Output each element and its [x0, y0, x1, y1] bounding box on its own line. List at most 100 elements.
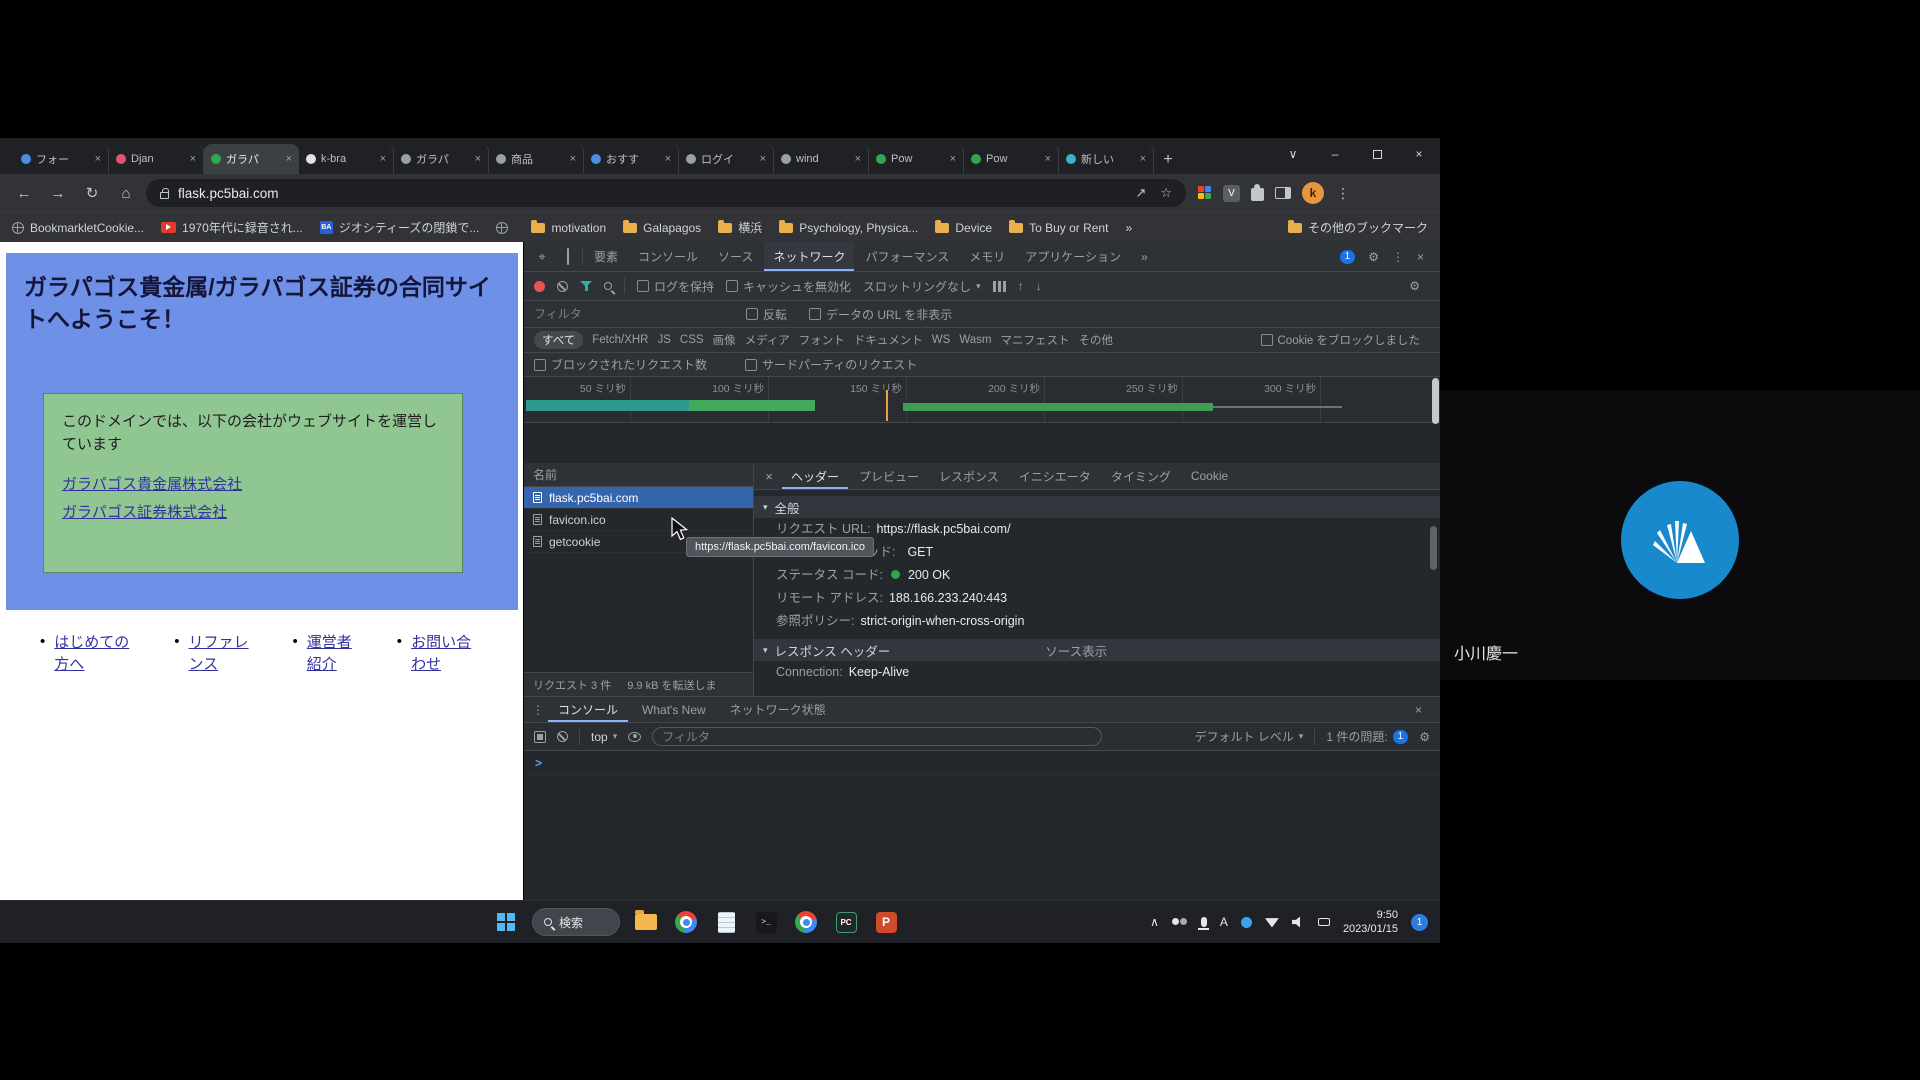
address-bar[interactable]: flask.pc5bai.com ↗ ☆	[146, 179, 1186, 207]
tab-close-icon[interactable]: ×	[1140, 153, 1146, 165]
assistant-icon[interactable]	[1241, 917, 1252, 928]
console-sidebar-icon[interactable]	[534, 731, 546, 743]
bookmark-folder[interactable]: To Buy or Rent	[1009, 221, 1108, 235]
devtools-tab-memory[interactable]: メモリ	[960, 242, 1014, 271]
hide-data-urls-checkbox[interactable]: データの URL を非表示	[809, 306, 952, 323]
live-expression-icon[interactable]	[628, 732, 641, 742]
console-filter-input[interactable]	[652, 727, 1102, 746]
third-party-checkbox[interactable]: サードパーティのリクエスト	[745, 356, 917, 373]
side-panel-icon[interactable]	[1275, 187, 1291, 199]
profile-avatar[interactable]: k	[1302, 182, 1324, 204]
console-settings-icon[interactable]: ⚙	[1419, 730, 1430, 744]
blocked-requests-checkbox[interactable]: ブロックされたリクエスト数	[534, 356, 707, 373]
extensions-puzzle-icon[interactable]	[1251, 188, 1264, 201]
drawer-tab-console[interactable]: コンソール	[548, 697, 628, 722]
filter-chip-other[interactable]: その他	[1078, 332, 1113, 348]
clear-icon[interactable]	[557, 281, 568, 292]
url-text[interactable]: flask.pc5bai.com	[178, 186, 279, 201]
record-icon[interactable]	[534, 281, 545, 292]
taskbar-search[interactable]: 検索	[532, 908, 620, 936]
filter-chip-xhr[interactable]: Fetch/XHR	[592, 334, 648, 346]
filter-chip-css[interactable]: CSS	[680, 334, 704, 346]
preserve-log-checkbox[interactable]: ログを保持	[637, 278, 714, 295]
nav-link-hajimete[interactable]: はじめての方へ	[54, 632, 134, 676]
export-har-icon[interactable]: ↓	[1036, 279, 1042, 293]
import-har-icon[interactable]: ↑	[1018, 279, 1024, 293]
column-header-name[interactable]: 名前	[524, 463, 753, 487]
reload-icon[interactable]: ↻	[78, 184, 106, 202]
drawer-close-icon[interactable]: ×	[1415, 703, 1422, 717]
network-filter-input[interactable]	[534, 307, 724, 321]
browser-tab[interactable]: 新しい×	[1059, 144, 1154, 174]
hidden-icons-chevron[interactable]: ∧	[1150, 915, 1159, 929]
browser-menu-icon[interactable]: ⋮	[1335, 185, 1351, 202]
bookmarks-overflow-icon[interactable]: »	[1125, 221, 1132, 235]
file-explorer-icon[interactable]	[632, 908, 660, 936]
devtools-menu-icon[interactable]: ⋮	[1392, 250, 1404, 264]
devtools-scrollbar-thumb[interactable]	[1432, 378, 1439, 424]
devtools-tab-elements[interactable]: 要素	[585, 242, 627, 271]
clear-console-icon[interactable]	[557, 731, 568, 742]
devtools-more-tabs-icon[interactable]: »	[1132, 242, 1157, 271]
extension-pinwheel-icon[interactable]	[1198, 186, 1212, 200]
filter-chip-wasm[interactable]: Wasm	[959, 334, 991, 346]
browser-tab-active[interactable]: ガラパ×	[204, 144, 299, 174]
share-icon[interactable]: ↗	[1135, 185, 1146, 201]
console-prompt[interactable]: >	[524, 751, 1440, 775]
filter-chip-doc[interactable]: ドキュメント	[854, 332, 923, 348]
devtools-settings-icon[interactable]: ⚙	[1368, 250, 1379, 264]
disable-cache-checkbox[interactable]: キャッシュを無効化	[726, 278, 851, 295]
chrome-icon[interactable]	[672, 908, 700, 936]
bookmark-item[interactable]: BAジオシティーズの閉鎖で...	[320, 219, 480, 236]
details-scrollbar-thumb[interactable]	[1430, 526, 1437, 570]
log-level-select[interactable]: デフォルト レベル▾	[1194, 728, 1303, 745]
drawer-tab-network-conditions[interactable]: ネットワーク状態	[720, 697, 836, 722]
browser-tab[interactable]: Pow×	[964, 144, 1059, 174]
details-tab-headers[interactable]: ヘッダー	[782, 463, 848, 489]
lock-icon[interactable]	[160, 192, 169, 199]
close-details-icon[interactable]: ×	[758, 469, 780, 484]
devtools-tab-application[interactable]: アプリケーション	[1016, 242, 1130, 271]
general-section-header[interactable]: ▾全般	[754, 496, 1440, 518]
bookmark-folder[interactable]: Galapagos	[623, 221, 701, 235]
browser-tab[interactable]: Pow×	[869, 144, 964, 174]
devtools-tab-console[interactable]: コンソール	[629, 242, 707, 271]
browser-tab[interactable]: おすす×	[584, 144, 679, 174]
details-tab-response[interactable]: レスポンス	[930, 463, 1008, 489]
details-tab-preview[interactable]: プレビュー	[850, 463, 928, 489]
view-source-link[interactable]: ソース表示	[1045, 641, 1107, 660]
bookmark-item[interactable]	[496, 222, 514, 234]
nav-link-uneisha[interactable]: 運営者紹介	[307, 632, 357, 676]
terminal-icon[interactable]: >_	[752, 908, 780, 936]
issues-badge[interactable]: 1	[1340, 250, 1356, 264]
filter-chip-img[interactable]: 画像	[713, 332, 736, 348]
device-toolbar-icon[interactable]	[556, 249, 580, 264]
powerpoint-icon[interactable]: P	[872, 908, 900, 936]
filter-chip-ws[interactable]: WS	[932, 334, 951, 346]
network-conditions-icon[interactable]	[993, 281, 1006, 292]
company-link-kikinzoku[interactable]: ガラパゴス貴金属株式会社	[62, 473, 444, 494]
tab-close-icon[interactable]: ×	[760, 153, 766, 165]
bookmark-folder[interactable]: Device	[935, 221, 992, 235]
minimize-button[interactable]: –	[1314, 138, 1356, 170]
tab-close-icon[interactable]: ×	[190, 153, 196, 165]
tab-close-icon[interactable]: ×	[1045, 153, 1051, 165]
extension-v-icon[interactable]: V	[1223, 185, 1240, 202]
ime-mode-icon[interactable]: A	[1220, 915, 1228, 929]
notification-badge[interactable]: 1	[1411, 914, 1428, 931]
drawer-tab-whats-new[interactable]: What's New	[632, 697, 716, 722]
browser-tab[interactable]: フォー×	[14, 144, 109, 174]
inspect-element-icon[interactable]: ⌖	[530, 249, 554, 265]
devtools-tab-network[interactable]: ネットワーク	[764, 242, 854, 271]
bookmark-folder[interactable]: motivation	[531, 221, 606, 235]
context-selector[interactable]: top▾	[591, 730, 617, 744]
details-tab-timing[interactable]: タイミング	[1102, 463, 1180, 489]
tab-search-icon[interactable]: ∨	[1272, 138, 1314, 170]
browser-tab[interactable]: k-bra×	[299, 144, 394, 174]
company-link-shoken[interactable]: ガラパゴス証券株式会社	[62, 501, 444, 522]
response-headers-section-header[interactable]: ▾レスポンス ヘッダーソース表示	[754, 639, 1440, 661]
issues-link[interactable]: 1 件の問題:1	[1326, 728, 1408, 745]
forward-icon[interactable]: →	[44, 185, 72, 202]
browser-tab[interactable]: Djan×	[109, 144, 204, 174]
filter-funnel-icon[interactable]	[580, 280, 592, 292]
